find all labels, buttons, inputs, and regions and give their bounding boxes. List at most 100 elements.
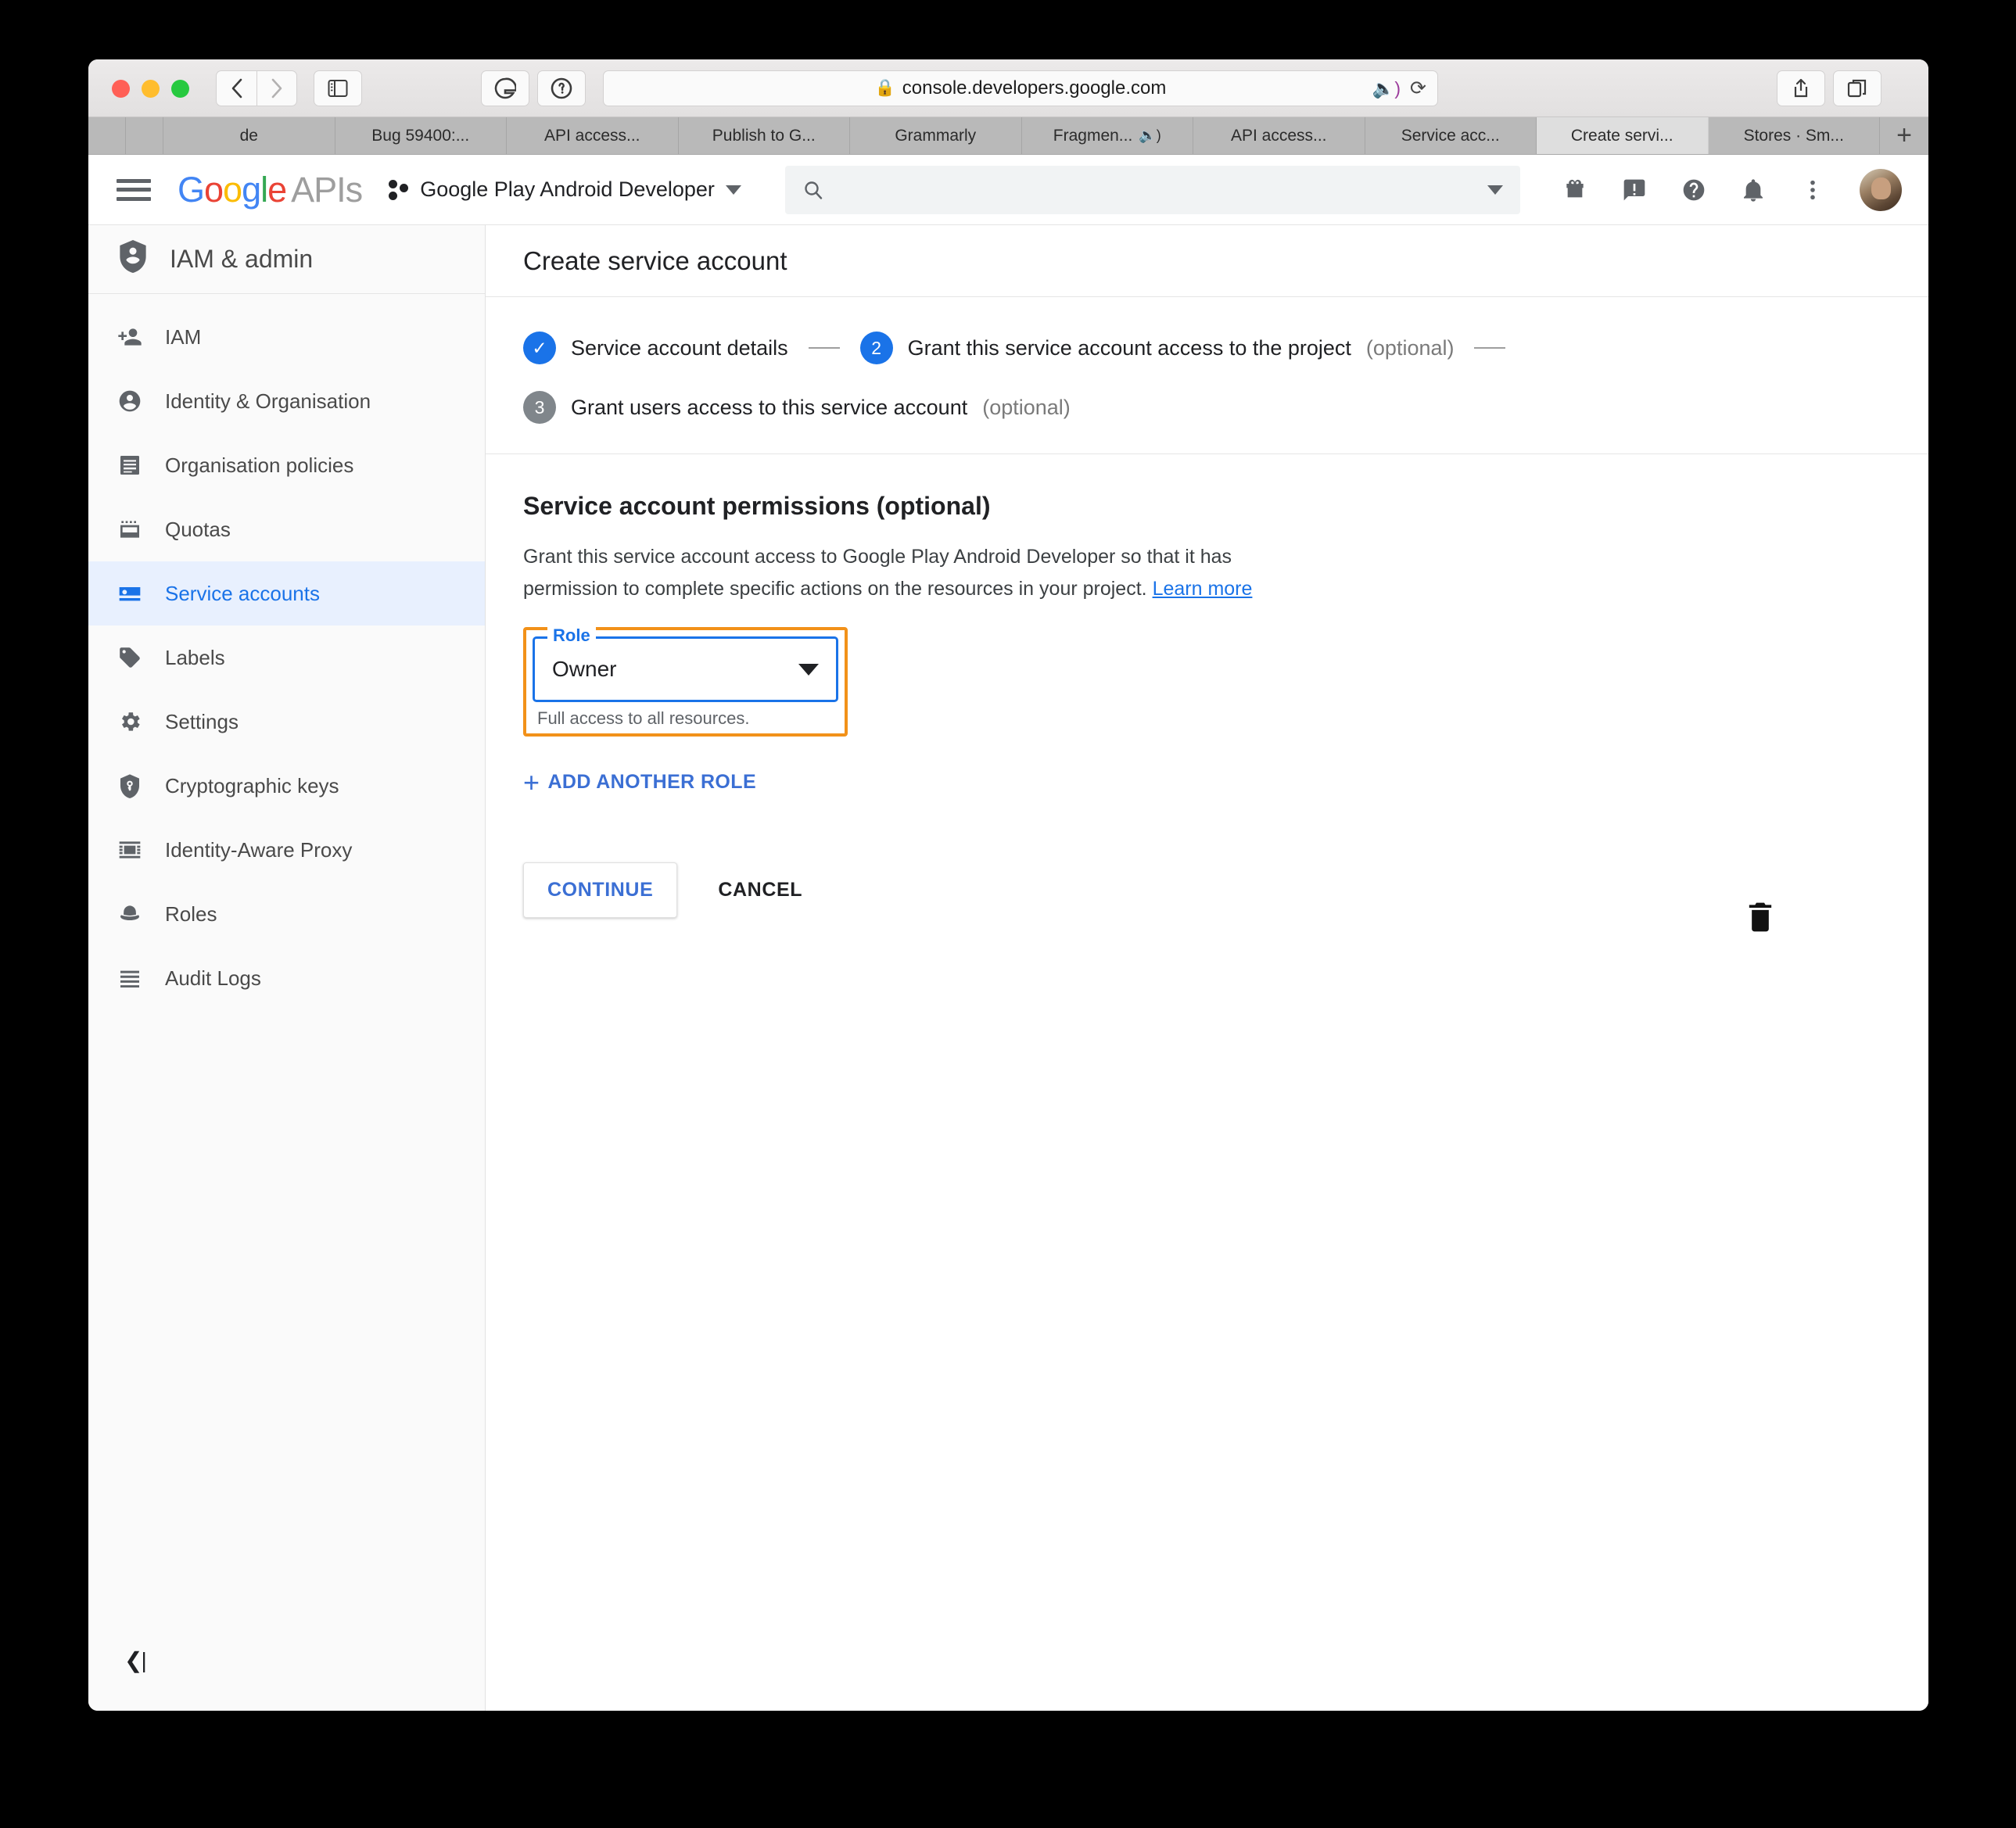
- onepassword-extension-button[interactable]: [537, 70, 586, 106]
- browser-tab[interactable]: de: [163, 117, 335, 154]
- step-service-account-details[interactable]: ✓ Service account details: [523, 332, 788, 364]
- reload-icon[interactable]: ⟳: [1410, 77, 1426, 100]
- step-3-optional: (optional): [982, 395, 1071, 419]
- browser-tab-label: Publish to G...: [712, 126, 816, 145]
- stepper-row-2: 3 Grant users access to this service acc…: [523, 391, 1928, 424]
- browser-tab[interactable]: Stores · Sm...: [1709, 117, 1880, 154]
- sidebar-item-labels[interactable]: Labels: [88, 625, 485, 690]
- chevron-left-icon: [231, 78, 242, 99]
- address-bar-actions: 🔈) ⟳: [1372, 71, 1426, 106]
- step-3-label: Grant users access to this service accou…: [571, 395, 968, 419]
- grammarly-icon: [494, 77, 516, 99]
- search-icon: [805, 181, 823, 199]
- speaker-icon[interactable]: 🔈): [1372, 78, 1401, 99]
- sidebar-toggle-icon: [328, 80, 348, 97]
- browser-tab[interactable]: API access...: [507, 117, 679, 154]
- sidebar-item-service-accounts[interactable]: Service accounts: [88, 561, 485, 625]
- grammarly-extension-button[interactable]: [481, 70, 529, 106]
- role-value: Owner: [552, 657, 617, 681]
- gear-icon: [117, 709, 143, 734]
- browser-tab-label: API access...: [543, 126, 640, 145]
- shield-key-icon: [117, 773, 143, 798]
- browser-tab[interactable]: Bug 59400:...: [335, 117, 507, 154]
- sidebar-item-roles[interactable]: Roles: [88, 882, 485, 946]
- forward-button[interactable]: [256, 70, 297, 106]
- browser-tab-label: Bug 59400:...: [371, 126, 470, 145]
- step-2-optional: (optional): [1365, 335, 1455, 360]
- chevron-down-icon[interactable]: [1487, 185, 1503, 195]
- search-box[interactable]: [784, 165, 1520, 214]
- browser-tab[interactable]: Service acc...: [1365, 117, 1537, 154]
- learn-more-link[interactable]: Learn more: [1153, 578, 1253, 600]
- sidebar-item-label: Roles: [165, 901, 217, 926]
- google-apis-logo[interactable]: Google APIs: [178, 169, 363, 210]
- sidebar-item-organisation-policies[interactable]: Organisation policies: [88, 433, 485, 497]
- sidebar-item-iam[interactable]: IAM: [88, 305, 485, 369]
- permissions-description-line1: Grant this service account access to Goo…: [523, 546, 1232, 568]
- tab-strip: de Bug 59400:... API access... Publish to G…: [88, 117, 1928, 155]
- add-another-role-button[interactable]: + ADD ANOTHER ROLE: [523, 768, 1928, 796]
- browser-tab-label: de: [239, 126, 258, 145]
- search-input[interactable]: [839, 178, 1487, 201]
- browser-tab[interactable]: Publish to G...: [679, 117, 850, 154]
- sidebar-toggle-button[interactable]: [314, 70, 362, 106]
- sidebar-item-identity-aware-proxy[interactable]: Identity-Aware Proxy: [88, 818, 485, 882]
- form-actions: CONTINUE CANCEL: [523, 862, 1928, 918]
- project-name: Google Play Android Developer: [420, 177, 715, 201]
- close-window-button[interactable]: [112, 80, 130, 98]
- more-vert-icon[interactable]: [1800, 177, 1825, 203]
- policy-list-icon: [117, 453, 143, 478]
- address-bar[interactable]: 🔒 console.developers.google.com 🔈) ⟳: [603, 70, 1438, 106]
- project-selector[interactable]: Google Play Android Developer: [389, 177, 741, 202]
- wizard-stepper: ✓ Service account details 2 Grant this s…: [486, 297, 1928, 454]
- sidebar-item-label: Identity & Organisation: [165, 389, 371, 413]
- step-3-bullet: 3: [523, 391, 556, 424]
- step-grant-users-access[interactable]: 3 Grant users access to this service acc…: [523, 391, 1071, 424]
- step-grant-project-access[interactable]: 2 Grant this service account access to t…: [859, 332, 1455, 364]
- sidebar-item-cryptographic-keys[interactable]: Cryptographic keys: [88, 754, 485, 818]
- header-icon-group: [1562, 168, 1902, 211]
- delete-role-button[interactable]: [1745, 899, 1776, 943]
- browser-tab[interactable]: Grammarly: [850, 117, 1022, 154]
- new-tab-button[interactable]: +: [1880, 117, 1928, 154]
- tab-speaker-icon[interactable]: 🔈): [1139, 127, 1160, 144]
- gift-icon[interactable]: [1562, 177, 1587, 203]
- tab-overview-button[interactable]: [1833, 70, 1881, 106]
- back-button[interactable]: [216, 70, 256, 106]
- browser-tab[interactable]: Fragmen... 🔈): [1022, 117, 1193, 154]
- feedback-icon[interactable]: [1622, 177, 1647, 203]
- chevron-down-icon: [725, 185, 741, 195]
- step-2-label: Grant this service account access to the…: [907, 335, 1351, 360]
- maximize-window-button[interactable]: [171, 80, 189, 98]
- key-card-icon: [117, 581, 143, 606]
- browser-tab-label: API access...: [1230, 126, 1327, 145]
- sidebar-item-label: Audit Logs: [165, 966, 261, 990]
- browser-tab[interactable]: Create servi...: [1537, 117, 1709, 154]
- help-icon[interactable]: [1681, 177, 1706, 203]
- continue-button[interactable]: CONTINUE: [523, 862, 678, 918]
- browser-tab[interactable]: API access...: [1193, 117, 1365, 154]
- collapse-sidebar-icon[interactable]: ❮|: [124, 1647, 147, 1673]
- sidebar-item-quotas[interactable]: Quotas: [88, 497, 485, 561]
- hamburger-menu-icon[interactable]: [117, 176, 151, 204]
- google-wordmark: Google: [178, 169, 287, 210]
- tab-overview-icon: [1847, 79, 1867, 98]
- apis-wordmark: APIs: [291, 169, 363, 210]
- app-header: Google APIs Google Play Android Develope…: [88, 155, 1928, 225]
- sidebar-item-settings[interactable]: Settings: [88, 690, 485, 754]
- sidebar-item-label: Quotas: [165, 517, 231, 541]
- minimize-window-button[interactable]: [142, 80, 160, 98]
- browser-tab[interactable]: [88, 117, 126, 154]
- user-avatar[interactable]: [1860, 168, 1902, 211]
- notifications-bell-icon[interactable]: [1741, 177, 1766, 203]
- browser-tab[interactable]: [126, 117, 163, 154]
- role-select[interactable]: Role Owner: [533, 625, 838, 702]
- sidebar-item-audit-logs[interactable]: Audit Logs: [88, 946, 485, 1010]
- chevron-down-icon[interactable]: [798, 663, 819, 676]
- sidebar-item-identity-organisation[interactable]: Identity & Organisation: [88, 369, 485, 433]
- permissions-section: Service account permissions (optional) G…: [486, 454, 1928, 918]
- sidebar-item-label: Service accounts: [165, 581, 320, 605]
- share-button[interactable]: [1777, 70, 1825, 106]
- cancel-button[interactable]: CANCEL: [710, 863, 810, 917]
- page-title: Create service account: [486, 225, 1928, 297]
